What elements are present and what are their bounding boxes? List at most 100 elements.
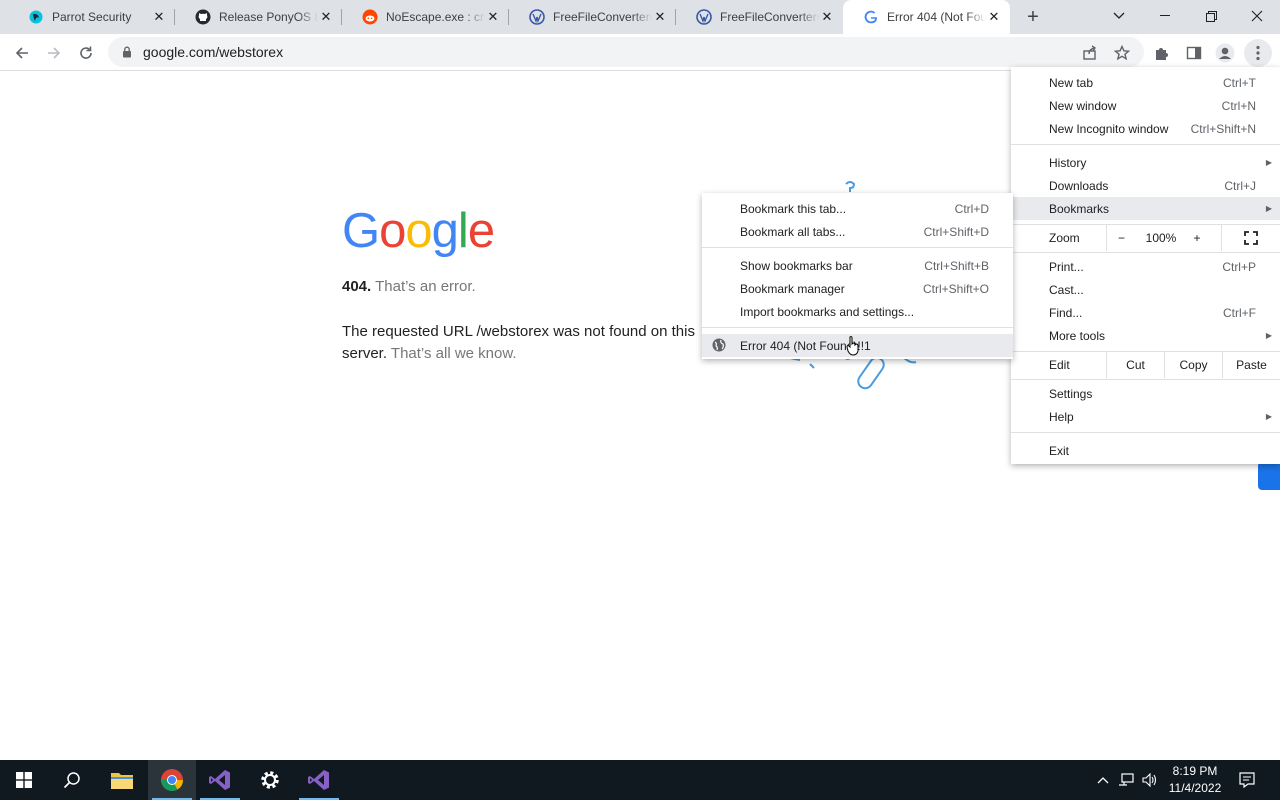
menu-find[interactable]: Find... Ctrl+F — [1011, 301, 1280, 324]
taskbar-clock[interactable]: 8:19 PM 11/4/2022 — [1160, 763, 1230, 797]
zoom-in-button[interactable]: + — [1186, 225, 1208, 251]
profile-button[interactable] — [1211, 39, 1239, 67]
menu-label: More tools — [1049, 328, 1106, 343]
close-icon[interactable]: ✕ — [151, 9, 167, 25]
submenu-bookmark-manager[interactable]: Bookmark manager Ctrl+Shift+O — [702, 277, 1013, 300]
menu-divider — [1011, 252, 1280, 253]
logo-letter: o — [379, 204, 406, 258]
menu-label: Bookmark this tab... — [740, 201, 847, 216]
menu-new-window[interactable]: New window Ctrl+N — [1011, 94, 1280, 117]
tab-freefileconverter-1[interactable]: FreeFileConverterOnline ✕ — [509, 0, 676, 34]
zoom-level: 100% — [1136, 225, 1186, 251]
chrome-menu-button[interactable] — [1244, 39, 1272, 67]
new-tab-button[interactable]: + — [1022, 6, 1044, 28]
menu-shortcut: Ctrl+T — [1223, 75, 1256, 90]
tray-overflow-button[interactable] — [1094, 760, 1112, 800]
taskbar-visual-studio[interactable] — [196, 760, 244, 800]
minimize-button[interactable] — [1142, 0, 1188, 32]
tab-parrot-security[interactable]: Parrot Security ✕ — [8, 0, 175, 34]
menu-new-tab[interactable]: New tab Ctrl+T — [1011, 71, 1280, 94]
tab-error-404[interactable]: Error 404 (Not Found) ✕ — [843, 0, 1010, 34]
tab-ponyos-release[interactable]: Release PonyOS 8 · ✕ — [175, 0, 342, 34]
tray-network[interactable] — [1116, 760, 1136, 800]
forward-arrow-icon — [48, 47, 61, 59]
back-button[interactable] — [8, 39, 36, 67]
menu-label: New tab — [1049, 75, 1094, 90]
extensions-button[interactable] — [1148, 39, 1176, 67]
volume-icon — [1142, 773, 1157, 787]
zoom-value: 100% — [1145, 231, 1177, 245]
menu-history[interactable]: History ▶ — [1011, 151, 1280, 174]
copy-button[interactable]: Copy — [1164, 352, 1222, 378]
restore-icon — [1205, 10, 1217, 22]
close-icon[interactable]: ✕ — [986, 9, 1002, 25]
menu-new-incognito-window[interactable]: New Incognito window Ctrl+Shift+N — [1011, 117, 1280, 140]
cut-button[interactable]: Cut — [1106, 352, 1164, 378]
menu-exit[interactable]: Exit — [1011, 439, 1280, 462]
tab-title: NoEscape.exe : creepy — [386, 10, 485, 24]
close-icon[interactable]: ✕ — [318, 9, 334, 25]
side-panel-button[interactable] — [1180, 39, 1208, 67]
action-center-button[interactable] — [1236, 760, 1258, 800]
visual-studio-icon — [308, 770, 329, 790]
submenu-show-bookmarks-bar[interactable]: Show bookmarks bar Ctrl+Shift+B — [702, 254, 1013, 277]
reload-button[interactable] — [72, 39, 100, 67]
chrome-icon — [161, 769, 183, 791]
taskbar-file-explorer[interactable] — [98, 760, 146, 800]
menu-bookmarks[interactable]: Bookmarks ▶ — [1011, 197, 1280, 220]
submenu-bookmark-all-tabs[interactable]: Bookmark all tabs... Ctrl+Shift+D — [702, 220, 1013, 243]
menu-label: Print... — [1049, 259, 1084, 274]
submenu-bookmark-this-tab[interactable]: Bookmark this tab... Ctrl+D — [702, 197, 1013, 220]
paste-button[interactable]: Paste — [1222, 352, 1280, 378]
menu-divider — [1011, 379, 1280, 380]
taskbar-settings[interactable] — [246, 760, 294, 800]
github-icon — [195, 9, 211, 25]
menu-downloads[interactable]: Downloads Ctrl+J — [1011, 174, 1280, 197]
submenu-arrow-icon: ▶ — [1265, 412, 1272, 421]
close-icon[interactable]: ✕ — [485, 9, 501, 25]
menu-settings[interactable]: Settings — [1011, 382, 1280, 405]
close-icon — [1251, 10, 1263, 22]
copy-label: Copy — [1179, 358, 1208, 372]
submenu-import-bookmarks[interactable]: Import bookmarks and settings... — [702, 300, 1013, 323]
mouse-cursor-icon — [846, 336, 859, 356]
zoom-out-button[interactable]: − — [1106, 225, 1136, 251]
share-button[interactable] — [1076, 39, 1104, 67]
side-panel-icon — [1186, 46, 1202, 60]
address-bar[interactable]: google.com/webstorex — [108, 37, 1144, 67]
tab-noescape[interactable]: NoEscape.exe : creepy ✕ — [342, 0, 509, 34]
menu-divider — [1011, 144, 1280, 145]
back-arrow-icon — [15, 47, 28, 59]
forward-button[interactable] — [40, 39, 68, 67]
submenu-arrow-icon: ▶ — [1265, 204, 1272, 213]
clock-date: 11/4/2022 — [1168, 781, 1222, 795]
cut-label: Cut — [1126, 358, 1145, 372]
tab-freefileconverter-2[interactable]: FreeFileConverterOnline ✕ — [676, 0, 843, 34]
menu-more-tools[interactable]: More tools ▶ — [1011, 324, 1280, 347]
menu-cast[interactable]: Cast... — [1011, 278, 1280, 301]
taskbar-visual-studio-2[interactable] — [295, 760, 343, 800]
close-window-button[interactable] — [1234, 0, 1280, 32]
wordpress-icon — [529, 9, 545, 25]
taskbar-search-button[interactable] — [48, 760, 96, 800]
start-button[interactable] — [0, 760, 48, 800]
error-heading: 404. That’s an error. — [342, 278, 476, 295]
bookmark-star-button[interactable] — [1108, 39, 1136, 67]
close-icon[interactable]: ✕ — [819, 9, 835, 25]
tab-strip: Parrot Security ✕ Release PonyOS 8 · ✕ N… — [0, 0, 1280, 34]
taskbar-chrome[interactable] — [148, 760, 196, 800]
tab-search-button[interactable] — [1096, 0, 1142, 32]
restore-button[interactable] — [1188, 0, 1234, 32]
error-text: That’s an error. — [375, 278, 476, 295]
menu-label: Bookmark all tabs... — [740, 224, 846, 239]
parrot-icon — [28, 9, 44, 25]
tray-volume[interactable] — [1140, 760, 1160, 800]
fullscreen-button[interactable] — [1221, 225, 1280, 251]
menu-help[interactable]: Help ▶ — [1011, 405, 1280, 428]
logo-letter: g — [431, 204, 459, 258]
menu-print[interactable]: Print... Ctrl+P — [1011, 255, 1280, 278]
close-icon[interactable]: ✕ — [652, 9, 668, 25]
tab-title: Parrot Security — [52, 10, 132, 24]
star-icon — [1114, 45, 1130, 61]
chevron-down-icon — [1113, 12, 1125, 19]
